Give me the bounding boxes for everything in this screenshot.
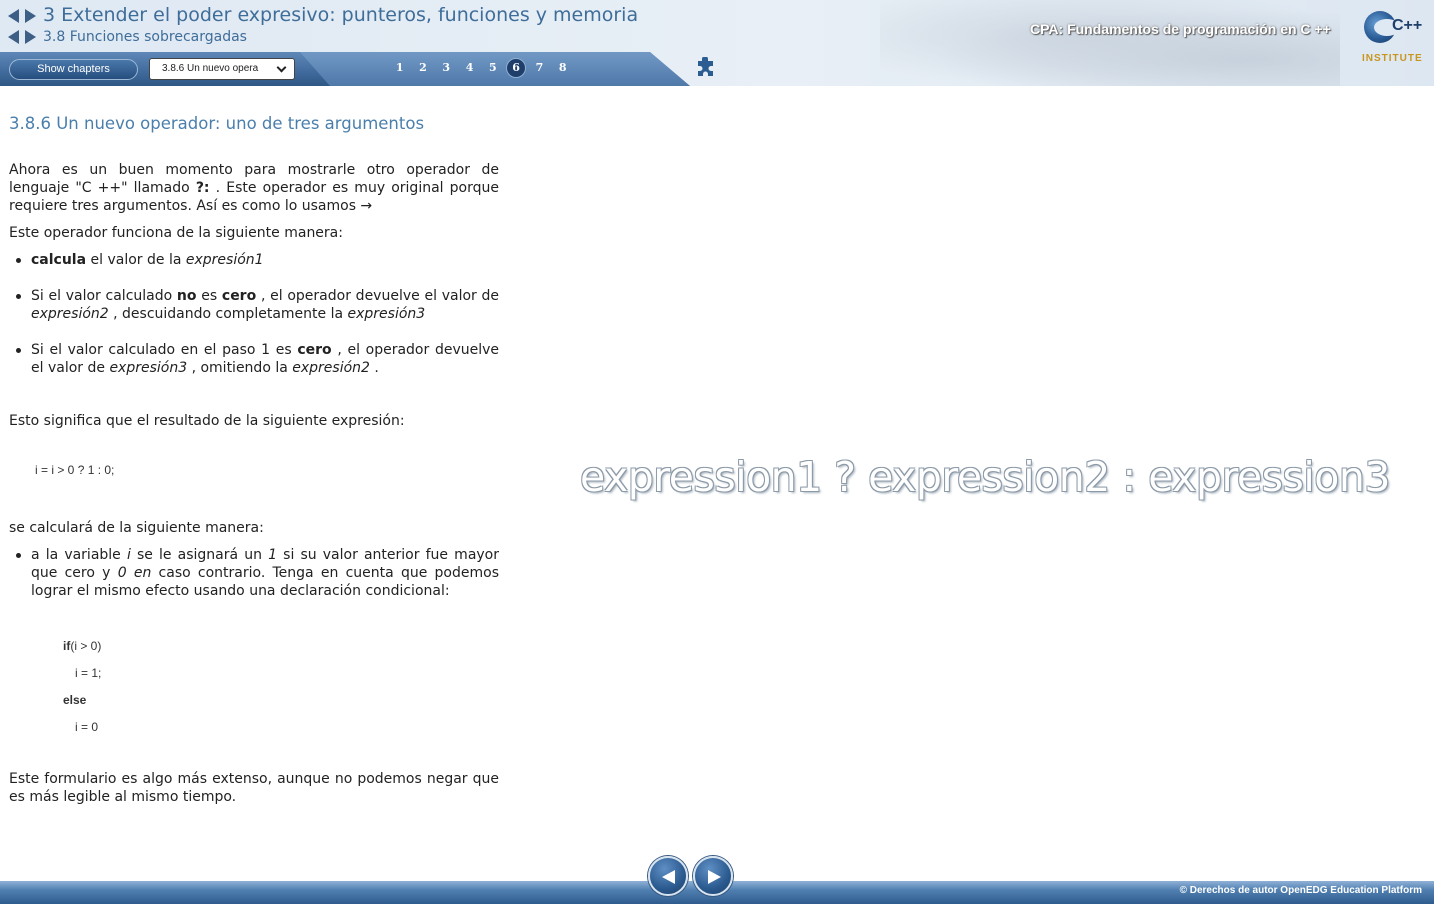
logo-text: C++ [1392,17,1423,34]
page-link-5[interactable]: 5 [481,58,504,80]
code-line: else [63,693,87,707]
list-item: Si el valor calculado no es cero , el op… [9,287,499,323]
course-title: CPA: Fundamentos de programación en C ++ [1030,21,1331,37]
triangle-right-icon [708,870,721,884]
outro-paragraph: Este formulario es algo más extenso, aun… [9,771,499,805]
page-link-4[interactable]: 4 [458,58,481,80]
chapter-title: 3 Extender el poder expresivo: punteros,… [43,4,639,26]
prev-page-button[interactable] [648,856,688,896]
cpp-institute-logo: C++ INSTITUTE [1360,11,1426,67]
code-block: if(i > 0) i = 1; else i = 0 [9,633,499,741]
expression-syntax-image: expression1 ? expression2 : expression3 [580,453,1390,501]
code-line: i = 1; [75,666,102,680]
page-link-7[interactable]: 7 [528,58,551,80]
section-prev-icon[interactable] [8,30,19,44]
next-page-button[interactable] [693,856,733,896]
chapter-nav [8,9,36,23]
page-select[interactable]: 3.8.6 Un nuevo opera [149,58,295,80]
copyright-text: © Derechos de autor OpenEDG Education Pl… [1179,885,1422,896]
intro-paragraph: Ahora es un buen momento para mostrarle … [9,162,499,214]
page-link-3[interactable]: 3 [435,58,458,80]
meaning-paragraph: Esto significa que el resultado de la si… [9,413,405,429]
lesson-content: 3.8.6 Un nuevo operador: uno de tres arg… [9,114,499,806]
triangle-left-icon [662,870,675,884]
calc-paragraph: se calculará de la siguiente manera: [9,520,264,536]
page-link-6-active[interactable]: 6 [504,58,527,80]
list-item: Si el valor calculado en el paso 1 es ce… [9,341,499,377]
section-next-icon[interactable] [25,30,36,44]
list-item: calcula el valor de la expresión1 [9,251,499,269]
logo-subtext: INSTITUTE [1362,53,1423,64]
page-link-2[interactable]: 2 [411,58,434,80]
result-list: a la variable i se le asignará un 1 si s… [9,546,499,600]
section-title: 3.8 Funciones sobrecargadas [43,29,247,45]
header-background-photo [880,0,1340,86]
section-nav [8,30,36,44]
show-chapters-button[interactable]: Show chapters [9,59,138,80]
chapter-next-icon[interactable] [25,9,36,23]
page-link-8[interactable]: 8 [551,58,574,80]
page-select-value: 3.8.6 Un nuevo opera [162,63,259,74]
list-item: a la variable i se le asignará un 1 si s… [9,546,499,600]
page-pagination: 1 2 3 4 5 6 7 8 [388,58,574,80]
puzzle-icon[interactable] [694,57,716,79]
code-line: i = 0 [75,720,99,734]
page-title: 3.8.6 Un nuevo operador: uno de tres arg… [9,114,425,133]
chapter-prev-icon[interactable] [8,9,19,23]
chevron-down-icon [276,62,287,73]
code-expression: i = i > 0 ? 1 : 0; [35,463,115,477]
operator-steps-list: calcula el valor de la expresión1 Si el … [9,251,499,377]
page-link-1[interactable]: 1 [388,58,411,80]
works-paragraph: Este operador funciona de la siguiente m… [9,225,343,241]
code-line: if(i > 0) [63,639,102,653]
